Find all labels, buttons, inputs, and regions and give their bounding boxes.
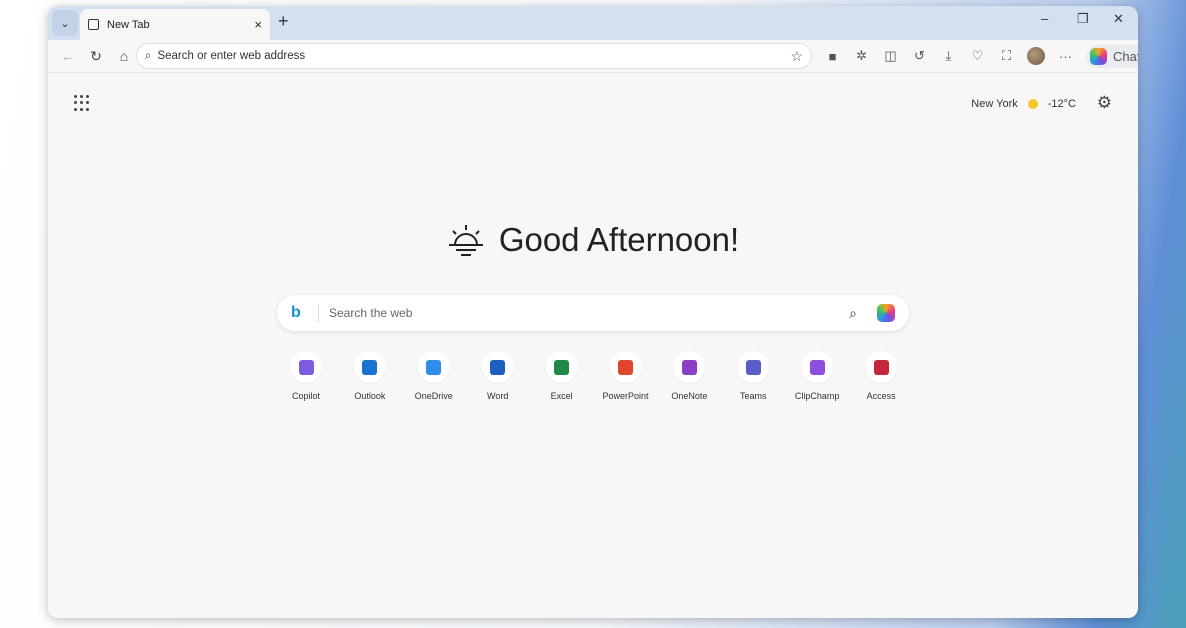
search-icon: ⌕ xyxy=(145,49,152,62)
shortcut-powerpoint[interactable]: PowerPoint xyxy=(594,351,658,401)
shortcut-label: Copilot xyxy=(291,391,320,401)
extensions-icon[interactable]: ✲ xyxy=(847,48,876,64)
browser-window: ⌄ New Tab × + – ❐ ✕ ← ↻ ⌂ ⌕ Search or en… xyxy=(48,6,1138,618)
page-icon xyxy=(88,19,99,30)
shortcut-label: OneDrive xyxy=(414,391,453,401)
word-icon xyxy=(481,351,514,383)
history-icon[interactable]: ↺ xyxy=(905,48,934,64)
settings-gear-icon[interactable]: ⚙ xyxy=(1097,93,1112,113)
search-icon[interactable]: ⌕ xyxy=(849,305,857,322)
shortcut-access[interactable]: Access xyxy=(849,351,913,401)
bing-logo-icon: b xyxy=(291,304,319,322)
shortcut-label: OneNote xyxy=(671,391,708,401)
browser-essentials-icon[interactable]: ♡ xyxy=(963,48,992,64)
refresh-button[interactable]: ↻ xyxy=(82,48,110,65)
home-button[interactable]: ⌂ xyxy=(110,48,138,64)
greeting: Good Afternoon! xyxy=(48,221,1138,259)
sunrise-icon xyxy=(448,225,483,256)
shortcut-label: Teams xyxy=(740,391,767,401)
shortcut-outlook[interactable]: Outlook xyxy=(338,351,402,401)
more-options-icon[interactable]: ··· xyxy=(1051,49,1080,64)
powerpoint-icon xyxy=(609,351,642,383)
copilot-chat-button[interactable]: Chat xyxy=(1086,44,1138,68)
shortcut-excel[interactable]: Excel xyxy=(530,351,594,401)
shortcut-onedrive[interactable]: OneDrive xyxy=(402,351,466,401)
new-tab-page: New York -12°C ⚙ Good Afternoon! b Searc… xyxy=(48,72,1138,618)
shortcut-label: Excel xyxy=(550,391,573,401)
close-tab-icon[interactable]: × xyxy=(254,17,262,32)
collections-icon[interactable]: ■ xyxy=(818,49,847,64)
tab-actions-button[interactable]: ⌄ xyxy=(52,10,78,36)
shortcut-label: Access xyxy=(866,391,896,401)
weather-widget[interactable]: New York -12°C xyxy=(971,98,1076,110)
copilot-icon xyxy=(290,351,322,383)
close-window-button[interactable]: ✕ xyxy=(1113,11,1124,27)
shortcut-copilot[interactable]: Copilot xyxy=(274,351,338,401)
profile-avatar[interactable] xyxy=(1027,47,1045,65)
shortcut-label: Outlook xyxy=(354,391,386,401)
screenshot-icon[interactable]: ⛶ xyxy=(992,48,1021,64)
access-icon xyxy=(865,351,898,383)
outlook-icon xyxy=(353,351,386,383)
shortcut-clipchamp[interactable]: ClipChamp xyxy=(785,351,849,401)
onenote-icon xyxy=(673,351,706,383)
tab-new-tab[interactable]: New Tab × xyxy=(80,9,270,40)
weather-temp: -12°C xyxy=(1047,98,1076,110)
address-bar[interactable]: ⌕ Search or enter web address ☆ xyxy=(136,43,812,69)
downloads-icon[interactable]: ⤓ xyxy=(934,48,963,64)
shortcut-onenote[interactable]: OneNote xyxy=(657,351,721,401)
shortcut-label: Word xyxy=(487,391,509,401)
onedrive-icon xyxy=(417,351,450,383)
greeting-text: Good Afternoon! xyxy=(498,221,740,258)
shortcut-word[interactable]: Word xyxy=(466,351,530,401)
copilot-icon xyxy=(1090,47,1107,65)
web-search-box[interactable]: b Search the web ⌕ xyxy=(277,295,909,331)
address-input[interactable]: Search or enter web address xyxy=(157,50,305,62)
split-screen-icon[interactable]: ◫ xyxy=(876,48,905,64)
favorite-star-icon[interactable]: ☆ xyxy=(790,48,803,65)
search-input[interactable]: Search the web xyxy=(329,306,849,320)
sun-icon xyxy=(1027,99,1038,109)
shortcut-label: ClipChamp xyxy=(794,391,840,401)
weather-city: New York xyxy=(971,98,1018,110)
chat-label: Chat xyxy=(1113,48,1138,64)
tab-bar: ⌄ New Tab × + – ❐ ✕ xyxy=(48,6,1138,40)
clipchamp-icon xyxy=(801,351,834,383)
back-button[interactable]: ← xyxy=(54,48,82,64)
app-launcher-icon[interactable] xyxy=(74,95,90,111)
shortcut-teams[interactable]: Teams xyxy=(721,351,785,401)
minimize-button[interactable]: – xyxy=(1041,11,1048,26)
excel-icon xyxy=(545,351,578,383)
new-tab-button[interactable]: + xyxy=(278,11,289,32)
teams-icon xyxy=(737,351,770,383)
copilot-icon[interactable] xyxy=(877,304,895,322)
tab-title: New Tab xyxy=(107,18,150,31)
restore-button[interactable]: ❐ xyxy=(1077,11,1089,27)
shortcut-label: PowerPoint xyxy=(602,391,649,401)
toolbar: ← ↻ ⌂ ⌕ Search or enter web address ☆ ■ … xyxy=(48,40,1138,72)
